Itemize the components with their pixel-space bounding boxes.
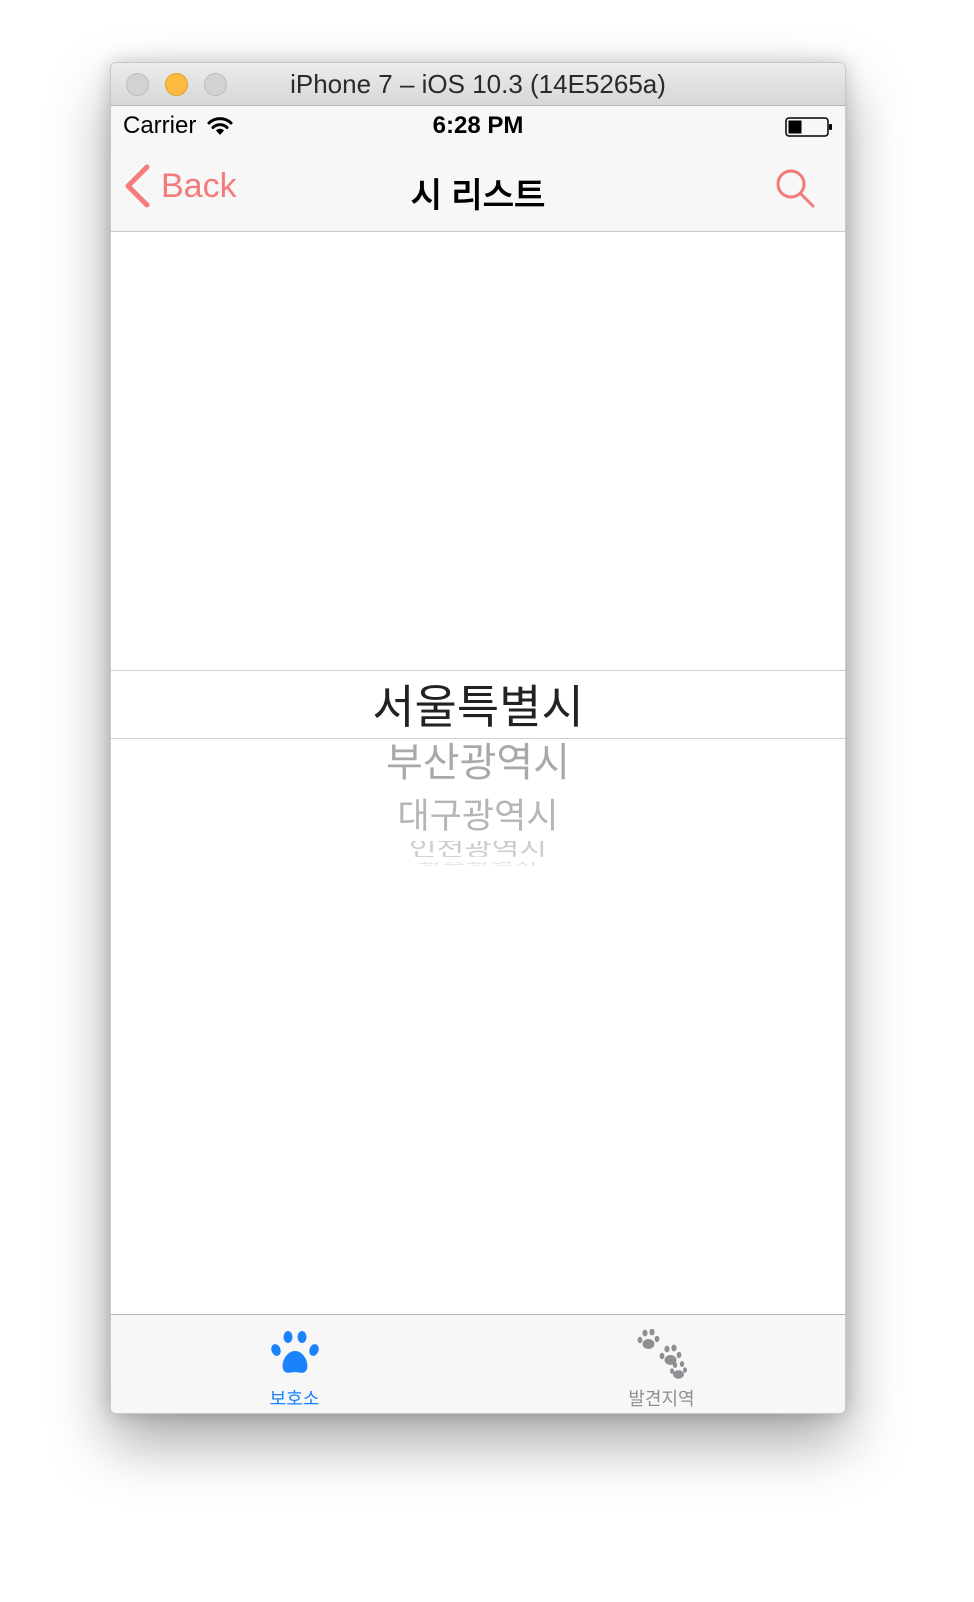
picker-row[interactable]: 광주광역시 (111, 862, 845, 866)
simulator-window: iPhone 7 – iOS 10.3 (14E5265a) Carrier 6… (110, 62, 846, 1414)
picker-selection-top-divider (111, 670, 845, 671)
paws-icon (637, 1329, 687, 1379)
battery-icon (785, 117, 832, 137)
navigation-bar: Back 시 리스트 (111, 146, 845, 232)
picker-row[interactable]: 대구광역시 (111, 795, 845, 839)
tab-shelter[interactable]: 보호소 (111, 1315, 478, 1413)
picker-row[interactable]: 부산광역시 (111, 738, 845, 788)
window-title: iPhone 7 – iOS 10.3 (14E5265a) (290, 69, 666, 99)
paw-icon (271, 1331, 319, 1373)
tab-shelter-label: 보호소 (269, 1389, 320, 1409)
window-titlebar[interactable]: iPhone 7 – iOS 10.3 (14E5265a) (111, 63, 845, 106)
tab-bar: 보호소 발견지역 (111, 1314, 845, 1413)
page-title: 시 리스트 (410, 177, 546, 215)
picker-row[interactable]: 인천광역시 (111, 841, 845, 857)
tab-found-area[interactable]: 발견지역 (478, 1315, 845, 1413)
phone-screen: Carrier 6:28 PM Back 시 리스트 서울특별시 부산광역시 대… (111, 106, 845, 1413)
status-time: 6:28 PM (432, 112, 524, 139)
status-bar: Carrier 6:28 PM (111, 106, 845, 146)
city-picker[interactable]: 서울특별시 부산광역시 대구광역시 인천광역시 광주광역시 (111, 232, 845, 1314)
picker-row-selected[interactable]: 서울특별시 (111, 673, 845, 741)
search-icon[interactable] (773, 166, 817, 210)
tab-found-area-label: 발견지역 (628, 1389, 695, 1409)
